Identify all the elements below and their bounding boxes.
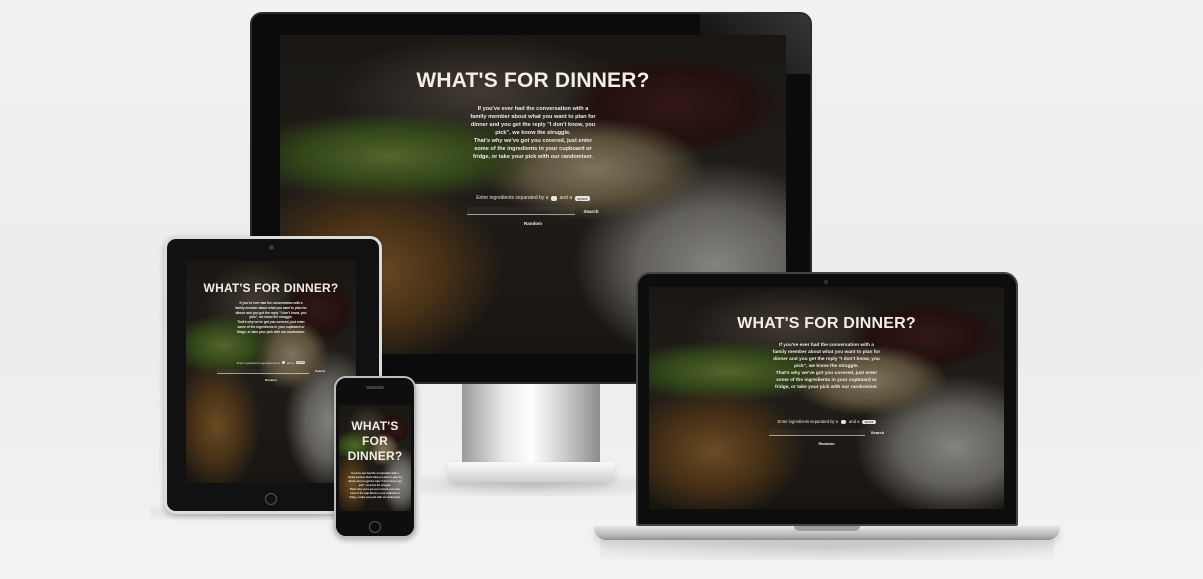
tablet-random-button[interactable]: Random (265, 378, 277, 382)
phone-intro-text: If you've ever had the conversation with… (348, 472, 402, 499)
tablet-ingredients-input[interactable] (216, 368, 309, 374)
tablet-home-button (265, 493, 277, 505)
phone-screen: WHAT'S FOR DINNER? If you've ever had th… (339, 405, 411, 511)
phone-home-button (369, 521, 381, 533)
tablet-ingredients-label: Enter ingredients separated by a , and a… (236, 360, 306, 365)
laptop-page-title: WHAT'S FOR DINNER? (737, 315, 916, 332)
tablet-screen: WHAT'S FOR DINNER? If you've ever had th… (186, 261, 356, 483)
monitor-stand (462, 384, 600, 468)
laptop-ingredients-label: Enter ingredients separated by a , and a… (777, 419, 876, 424)
intro-text: If you've ever had the conversation with… (470, 106, 596, 160)
phone-page-title: WHAT'S FOR DINNER? (347, 419, 403, 463)
laptop-base (594, 526, 1060, 540)
search-button[interactable]: Search (583, 209, 598, 214)
laptop-random-button[interactable]: Random (819, 441, 835, 446)
phone-speaker (366, 386, 384, 389)
laptop-ingredients-input[interactable] (768, 429, 865, 436)
ingredients-input[interactable] (467, 207, 576, 215)
random-button[interactable]: Random (524, 221, 542, 226)
tablet-page-title: WHAT'S FOR DINNER? (203, 281, 339, 295)
laptop-screen: WHAT'S FOR DINNER? If you've ever had th… (649, 287, 1004, 509)
page-title: WHAT'S FOR DINNER? (416, 69, 650, 92)
tablet-search-button[interactable]: Search (315, 369, 325, 373)
laptop-intro-text: If you've ever had the conversation with… (772, 343, 881, 390)
tablet-camera (269, 245, 274, 250)
ingredients-label: Enter ingredients separated by a , and a… (476, 195, 590, 201)
tablet-intro-text: If you've ever had the conversation with… (235, 301, 307, 334)
monitor-base (448, 462, 614, 482)
laptop-search-button[interactable]: Search (871, 430, 884, 435)
